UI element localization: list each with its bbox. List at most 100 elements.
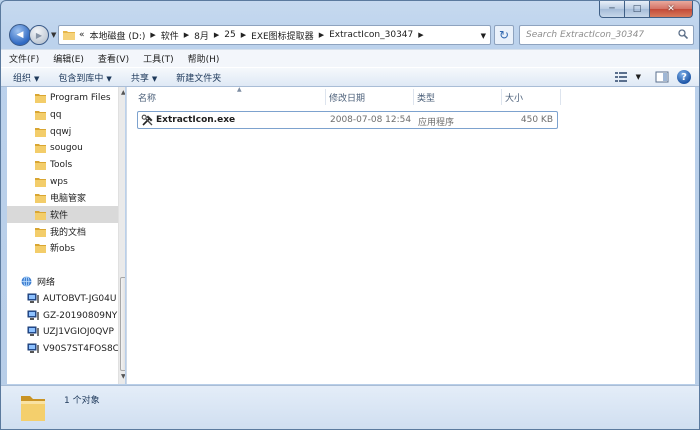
tree-folder[interactable]: qq bbox=[35, 106, 125, 123]
tree-network-label: 网络 bbox=[37, 278, 56, 288]
share-button[interactable]: 共享 ▼ bbox=[124, 71, 164, 84]
menu-file[interactable]: 文件(F) bbox=[3, 52, 45, 65]
folder-icon bbox=[35, 143, 46, 153]
column-header-modified[interactable]: 修改日期 bbox=[325, 87, 415, 107]
search-icon[interactable] bbox=[678, 29, 688, 39]
minimize-button[interactable]: ─ bbox=[599, 1, 625, 18]
new-folder-button[interactable]: 新建文件夹 bbox=[169, 71, 228, 84]
column-header-size[interactable]: 大小 bbox=[501, 87, 559, 107]
breadcrumb-item[interactable]: 8月 bbox=[194, 29, 209, 42]
tree-folder[interactable]: sougou bbox=[35, 139, 125, 156]
back-button[interactable]: ◀ bbox=[9, 24, 31, 46]
recent-pages-dropdown[interactable]: ▼ bbox=[51, 31, 56, 39]
folder-icon bbox=[35, 160, 46, 170]
computer-icon bbox=[27, 310, 39, 320]
menu-edit[interactable]: 编辑(E) bbox=[47, 52, 90, 65]
scroll-up-icon[interactable]: ▲ bbox=[121, 89, 125, 96]
tree-folder[interactable]: 新obs bbox=[35, 239, 125, 256]
breadcrumb-separator-icon[interactable]: ▶ bbox=[418, 31, 423, 39]
breadcrumb-separator-icon[interactable]: ▶ bbox=[241, 31, 246, 39]
share-label: 共享 bbox=[130, 73, 149, 84]
breadcrumb-separator-icon[interactable]: ▶ bbox=[319, 31, 324, 39]
column-divider[interactable] bbox=[560, 89, 561, 105]
tree-computer-label: V90S7ST4FOS8C bbox=[43, 343, 118, 354]
organize-label: 组织 bbox=[13, 73, 32, 84]
column-header-type[interactable]: 类型 bbox=[413, 87, 501, 107]
folder-icon bbox=[35, 193, 46, 203]
breadcrumb-separator-icon[interactable]: ▶ bbox=[150, 31, 155, 39]
breadcrumb-item[interactable]: ExtractIcon_30347 bbox=[329, 30, 413, 40]
help-button[interactable]: ? bbox=[677, 70, 691, 84]
view-options-icon[interactable]: ▼ bbox=[636, 73, 641, 81]
address-dropdown-icon[interactable]: ▼ bbox=[481, 32, 486, 40]
chevron-down-icon: ▼ bbox=[106, 74, 112, 83]
menu-help[interactable]: 帮助(H) bbox=[182, 52, 226, 65]
back-arrow-icon: ◀ bbox=[16, 30, 24, 40]
tree-folder[interactable]: wps bbox=[35, 173, 125, 190]
organize-button[interactable]: 组织 ▼ bbox=[6, 71, 46, 84]
tree-computer-label: AUTOBVT-JG04U bbox=[43, 293, 117, 304]
folder-icon bbox=[35, 110, 46, 120]
breadcrumb-item[interactable]: 软件 bbox=[161, 29, 179, 42]
details-pane: 1 个对象 bbox=[1, 385, 699, 429]
tree-computer[interactable]: UZJ1VGIOJ0QVP bbox=[27, 323, 118, 340]
tree-network[interactable]: 网络 bbox=[20, 273, 125, 290]
column-modified-label: 修改日期 bbox=[329, 93, 366, 104]
include-in-library-button[interactable]: 包含到库中 ▼ bbox=[51, 71, 118, 84]
menu-view[interactable]: 查看(V) bbox=[92, 52, 135, 65]
navigation-scrollbar[interactable]: ▲ ▼ bbox=[118, 87, 125, 384]
tree-folder[interactable]: 电脑管家 bbox=[35, 189, 125, 206]
folder-icon bbox=[35, 227, 46, 237]
view-controls: ▼ ? bbox=[614, 70, 691, 84]
network-icon bbox=[21, 276, 32, 287]
new-folder-label: 新建文件夹 bbox=[176, 73, 222, 84]
folder-icon bbox=[35, 127, 46, 137]
search-input[interactable]: Search ExtractIcon_30347 bbox=[519, 25, 694, 45]
tree-folder-label: 新obs bbox=[50, 244, 75, 254]
folder-icon bbox=[21, 396, 45, 421]
minimize-icon: ─ bbox=[609, 4, 615, 14]
breadcrumb-item[interactable]: 本地磁盘 (D:) bbox=[90, 29, 146, 42]
sort-ascending-icon: ▲ bbox=[237, 86, 242, 93]
tree-computer-label: UZJ1VGIOJ0QVP bbox=[43, 326, 114, 337]
scrollbar-thumb[interactable] bbox=[120, 277, 125, 371]
item-count: 1 个对象 bbox=[64, 396, 100, 406]
refresh-button[interactable]: ↻ bbox=[494, 25, 514, 45]
file-name: ExtractIcon.exe bbox=[156, 115, 236, 125]
tree-folder[interactable]: 我的文档 bbox=[35, 223, 125, 240]
folder-icon bbox=[35, 210, 46, 220]
tree-folder[interactable]: Tools bbox=[35, 156, 125, 173]
maximize-button[interactable]: □ bbox=[625, 1, 650, 18]
column-name-label: 名称 bbox=[138, 93, 157, 104]
navigation-pane: Program Files qq qqwj sougou Tools wps 电… bbox=[7, 87, 125, 384]
tree-folder[interactable]: qqwj bbox=[35, 123, 125, 140]
breadcrumb-overflow[interactable]: « bbox=[79, 30, 85, 40]
file-size: 450 KB bbox=[520, 115, 553, 125]
tree-computer[interactable]: GZ-20190809NY bbox=[27, 307, 118, 324]
scroll-down-icon[interactable]: ▼ bbox=[121, 373, 125, 380]
tree-computer[interactable]: AUTOBVT-JG04U bbox=[27, 290, 118, 307]
change-view-icon[interactable] bbox=[614, 71, 628, 83]
breadcrumb-item[interactable]: EXE图标提取器 bbox=[251, 29, 314, 42]
tree-folder[interactable]: Program Files bbox=[35, 89, 125, 106]
tree-computer[interactable]: V90S7ST4FOS8C bbox=[27, 340, 118, 357]
folder-icon bbox=[35, 93, 46, 103]
preview-pane-icon[interactable] bbox=[655, 71, 669, 83]
file-row[interactable]: ExtractIcon.exe 2008-07-08 12:54 应用程序 45… bbox=[137, 111, 558, 129]
column-size-label: 大小 bbox=[505, 93, 524, 104]
tree-folder-label: wps bbox=[50, 176, 68, 187]
computer-icon bbox=[27, 326, 39, 336]
menu-tools[interactable]: 工具(T) bbox=[137, 52, 180, 65]
forward-button[interactable]: ▶ bbox=[29, 25, 49, 45]
breadcrumb-separator-icon[interactable]: ▶ bbox=[184, 31, 189, 39]
breadcrumb-separator-icon[interactable]: ▶ bbox=[214, 31, 219, 39]
close-button[interactable]: ✕ bbox=[650, 1, 693, 18]
chevron-down-icon: ▼ bbox=[151, 74, 158, 83]
folder-icon bbox=[35, 177, 46, 187]
address-bar[interactable]: « 本地磁盘 (D:) ▶ 软件 ▶ 8月 ▶ 25 ▶ EXE图标提取器 ▶ Extra… bbox=[58, 25, 491, 45]
folder-icon bbox=[35, 243, 46, 253]
tree-folder-selected[interactable]: 软件 bbox=[7, 206, 118, 223]
column-header-name[interactable]: 名称 ▲ bbox=[138, 86, 328, 107]
breadcrumb-item[interactable]: 25 bbox=[224, 30, 235, 40]
file-type: 应用程序 bbox=[418, 118, 455, 128]
